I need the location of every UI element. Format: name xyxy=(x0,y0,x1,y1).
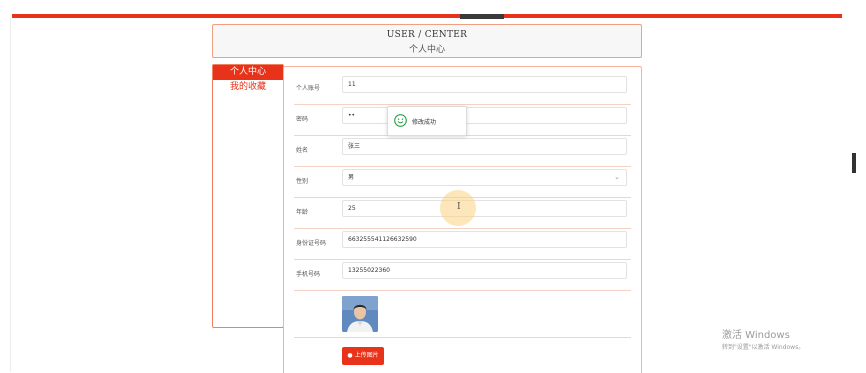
header-title-cn: 个人中心 xyxy=(408,45,445,55)
sidebar-item-favorites[interactable]: 我的收藏 xyxy=(213,80,283,95)
sidebar: 个人中心 我的收藏 xyxy=(212,64,284,328)
text-cursor-icon: I xyxy=(457,202,461,212)
watermark-subtitle: 转到"设置"以激活 Windows。 xyxy=(722,344,805,351)
scroll-marker xyxy=(852,153,856,173)
name-label: 姓名 xyxy=(296,147,309,154)
page-header: USER / CENTER 个人中心 xyxy=(212,24,642,58)
avatar-photo[interactable] xyxy=(342,296,378,332)
sidebar-item-user-center[interactable]: 个人中心 xyxy=(213,65,283,80)
toast-message: 修改成功 xyxy=(412,119,437,126)
age-input[interactable]: 25 xyxy=(342,200,627,217)
upload-image-button[interactable]: ● 上传图片 xyxy=(342,347,384,365)
form-row-id-number: 身份证号码 663255541126632590 xyxy=(294,228,631,260)
upload-button-label: 上传图片 xyxy=(354,352,379,359)
account-input[interactable]: 11 xyxy=(342,76,627,93)
form-row-phone: 手机号码 13255022360 xyxy=(294,259,631,291)
gender-label: 性别 xyxy=(296,178,309,185)
age-label: 年龄 xyxy=(296,209,309,216)
password-label: 密码 xyxy=(296,116,309,123)
phone-label: 手机号码 xyxy=(296,271,321,278)
gender-selected-value: 男 xyxy=(348,174,355,181)
page-left-border xyxy=(10,18,11,372)
watermark-title: 激活 Windows xyxy=(722,330,790,341)
upload-icon: ● xyxy=(347,352,353,359)
form-row-account: 个人账号 11 xyxy=(294,73,631,105)
windows-activation-watermark: 激活 Windows 转到"设置"以激活 Windows。 xyxy=(722,326,804,351)
id-number-label: 身份证号码 xyxy=(296,240,327,247)
header-title-en: USER / CENTER xyxy=(386,30,468,40)
name-input[interactable]: 张三 xyxy=(342,138,627,155)
form-row-name: 姓名 张三 xyxy=(294,135,631,167)
phone-input[interactable]: 13255022360 xyxy=(342,262,627,279)
password-input[interactable]: •• xyxy=(342,107,627,124)
form-row-avatar xyxy=(294,289,631,338)
id-number-input[interactable]: 663255541126632590 xyxy=(342,231,627,248)
account-label: 个人账号 xyxy=(296,85,321,92)
chevron-down-icon: ⌄ xyxy=(614,173,620,181)
top-bar-tab xyxy=(460,14,504,19)
toast-notification: 修改成功 xyxy=(387,106,467,136)
top-accent-bar xyxy=(12,14,842,18)
smile-icon xyxy=(394,114,407,127)
gender-select[interactable]: 男 ⌄ xyxy=(342,169,627,186)
